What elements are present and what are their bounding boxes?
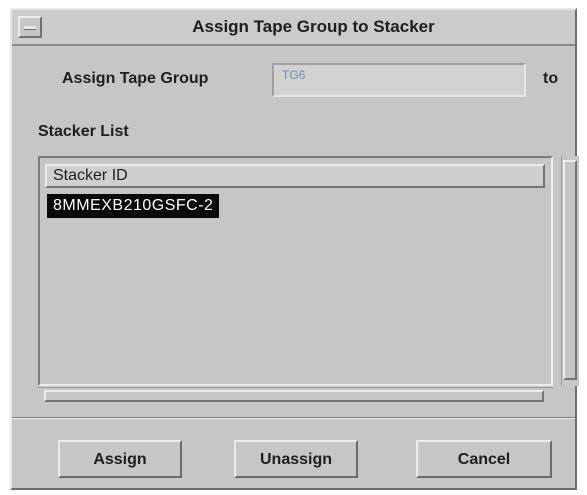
vertical-scrollbar[interactable] <box>561 156 579 386</box>
window-menu-icon <box>24 26 36 30</box>
title-bar[interactable]: Assign Tape Group to Stacker <box>12 10 575 46</box>
assign-button[interactable]: Assign <box>58 440 182 478</box>
assign-tape-group-label: Assign Tape Group <box>62 70 209 87</box>
stacker-list: Stacker ID 8MMEXB210GSFC-2 <box>38 156 553 386</box>
tape-group-field: TG6 <box>272 63 526 97</box>
window-menu-button[interactable] <box>18 16 42 38</box>
column-header-stacker-id[interactable]: Stacker ID <box>45 164 545 188</box>
stacker-list-area[interactable]: Stacker ID 8MMEXB210GSFC-2 <box>42 160 549 382</box>
assign-tape-group-dialog: Assign Tape Group to Stacker Assign Tape… <box>10 8 579 490</box>
list-item[interactable]: 8MMEXB210GSFC-2 <box>47 194 220 218</box>
horizontal-scroll-thumb[interactable] <box>44 390 544 402</box>
divider <box>12 417 575 419</box>
cancel-button[interactable]: Cancel <box>416 440 552 478</box>
to-label: to <box>543 70 559 87</box>
unassign-button[interactable]: Unassign <box>234 440 358 478</box>
stacker-list-label: Stacker List <box>38 123 129 140</box>
window-title: Assign Tape Group to Stacker <box>192 17 435 36</box>
vertical-scroll-thumb[interactable] <box>563 160 577 380</box>
horizontal-scrollbar[interactable] <box>38 387 553 403</box>
